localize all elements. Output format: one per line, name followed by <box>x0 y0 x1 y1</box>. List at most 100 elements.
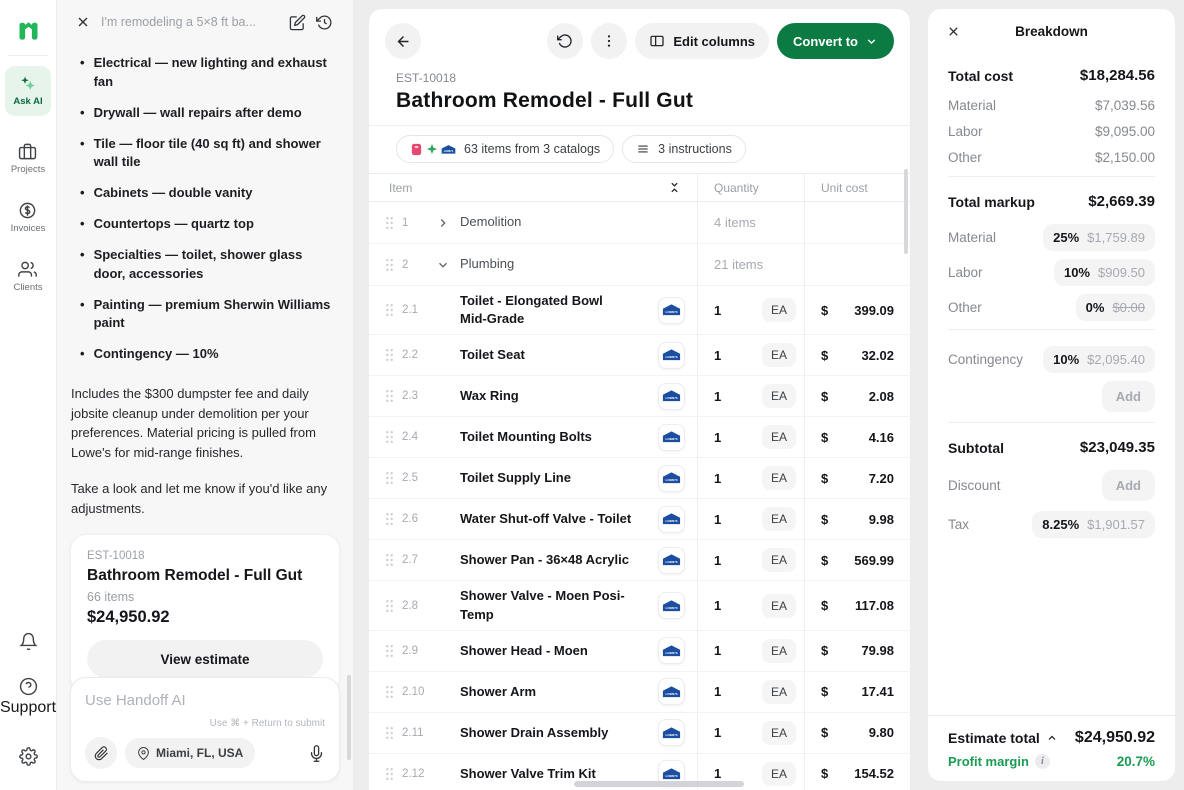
table-row[interactable]: 2.1 Toilet - Elongated Bowl Mid-Grade LO… <box>369 286 910 335</box>
table-row[interactable]: 2.11 Shower Drain Assembly LOWE'S 1 1 EA… <box>369 713 910 754</box>
drag-handle-icon[interactable] <box>385 303 394 317</box>
quantity-value[interactable]: 1 <box>714 643 721 658</box>
quantity-value[interactable]: 1 <box>714 430 721 445</box>
table-row[interactable]: 2.8 Shower Valve - Moen Posi-Temp LOWE'S… <box>369 581 910 630</box>
quantity-value[interactable]: 1 <box>714 471 721 486</box>
unit-badge[interactable]: EA <box>762 507 796 531</box>
add-discount-button[interactable]: Add <box>1102 470 1155 501</box>
handoff-logo-icon[interactable] <box>15 16 42 43</box>
table-row[interactable]: 2.2 Toilet Seat LOWE'S 1 1 EA $ 32.02 <box>369 335 910 376</box>
new-chat-compose-icon[interactable] <box>289 14 306 31</box>
expand-chevron-icon[interactable] <box>436 258 452 272</box>
unit-badge[interactable]: EA <box>762 762 796 786</box>
quantity-value[interactable]: 1 <box>714 553 721 568</box>
attachment-paperclip-icon[interactable] <box>85 737 117 769</box>
unit-cost-value[interactable]: 7.20 <box>869 471 894 486</box>
sidebar-item-ask-ai[interactable]: Ask AI <box>5 66 51 116</box>
unit-cost-value[interactable]: 154.52 <box>854 766 894 781</box>
drag-handle-icon[interactable] <box>385 348 394 362</box>
collapse-all-icon[interactable] <box>668 181 681 194</box>
estimate-total-toggle[interactable]: Estimate total <box>948 730 1058 746</box>
info-icon[interactable]: i <box>1035 754 1050 769</box>
quantity-value[interactable]: 1 <box>714 598 721 613</box>
tax-input[interactable]: 8.25% $1,901.57 <box>1032 511 1155 538</box>
unit-cost-value[interactable]: 32.02 <box>861 348 894 363</box>
chat-input[interactable] <box>85 692 325 709</box>
drag-handle-icon[interactable] <box>385 389 394 403</box>
view-estimate-button[interactable]: View estimate <box>87 640 323 678</box>
drag-handle-icon[interactable] <box>385 471 394 485</box>
unit-badge[interactable]: EA <box>762 548 796 572</box>
unit-cost-value[interactable]: 9.98 <box>869 512 894 527</box>
sidebar-item-projects[interactable]: Projects <box>11 142 45 175</box>
table-vertical-scrollbar[interactable] <box>904 169 908 254</box>
markup-input[interactable]: 25% $1,759.89 <box>1043 224 1155 251</box>
instructions-pill[interactable]: 3 instructions <box>622 135 746 163</box>
unit-badge[interactable]: EA <box>762 721 796 745</box>
quantity-value[interactable]: 1 <box>714 766 721 781</box>
unit-cost-value[interactable]: 17.41 <box>861 684 894 699</box>
drag-handle-icon[interactable] <box>385 685 394 699</box>
table-row[interactable]: 1 Demolition LOWE'S 4 items 4 items <box>369 202 910 244</box>
convert-to-button[interactable]: Convert to <box>777 23 894 59</box>
table-horizontal-scrollbar[interactable] <box>574 781 744 787</box>
unit-badge[interactable]: EA <box>762 384 796 408</box>
close-breakdown-icon[interactable] <box>946 24 961 39</box>
unit-cost-value[interactable]: 569.99 <box>854 553 894 568</box>
drag-handle-icon[interactable] <box>385 767 394 781</box>
drag-handle-icon[interactable] <box>385 216 394 230</box>
undo-button[interactable] <box>547 23 583 59</box>
drag-handle-icon[interactable] <box>385 726 394 740</box>
unit-cost-value[interactable]: 399.09 <box>854 303 894 318</box>
location-pill[interactable]: Miami, FL, USA <box>125 738 255 768</box>
quantity-value[interactable]: 1 <box>714 348 721 363</box>
prompt-preview[interactable]: I'm remodeling a 5×8 ft ba... <box>101 15 279 29</box>
unit-cost-value[interactable]: 117.08 <box>855 598 894 613</box>
quantity-value[interactable]: 1 <box>714 725 721 740</box>
drag-handle-icon[interactable] <box>385 644 394 658</box>
unit-badge[interactable]: EA <box>762 594 796 618</box>
contingency-input[interactable]: 10% $2,095.40 <box>1043 346 1155 373</box>
unit-badge[interactable]: EA <box>762 680 796 704</box>
drag-handle-icon[interactable] <box>385 512 394 526</box>
table-row[interactable]: 2.6 Water Shut-off Valve - Toilet LOWE'S… <box>369 499 910 540</box>
quantity-value[interactable]: 1 <box>714 303 721 318</box>
notifications-bell-icon[interactable] <box>19 632 38 651</box>
unit-cost-value[interactable]: 79.98 <box>861 643 894 658</box>
unit-badge[interactable]: EA <box>762 466 796 490</box>
edit-columns-button[interactable]: Edit columns <box>635 23 769 59</box>
unit-badge[interactable]: EA <box>762 425 796 449</box>
more-options-kebab-icon[interactable] <box>591 23 627 59</box>
catalogs-pill[interactable]: LOWE'S 63 items from 3 catalogs <box>396 135 614 163</box>
history-icon[interactable] <box>316 14 333 31</box>
quantity-value[interactable]: 1 <box>714 512 721 527</box>
markup-input[interactable]: 10% $909.50 <box>1054 259 1155 286</box>
sidebar-item-support[interactable]: Support <box>0 677 56 717</box>
unit-badge[interactable]: EA <box>762 639 796 663</box>
table-row[interactable]: 2.7 Shower Pan - 36×48 Acrylic LOWE'S 1 … <box>369 540 910 581</box>
add-contingency-button[interactable]: Add <box>1102 381 1155 412</box>
table-row[interactable]: 2 Plumbing LOWE'S 21 items 21 items <box>369 244 910 286</box>
unit-cost-value[interactable]: 2.08 <box>869 389 894 404</box>
drag-handle-icon[interactable] <box>385 553 394 567</box>
table-row[interactable]: 2.9 Shower Head - Moen LOWE'S 1 1 EA $ 7… <box>369 631 910 672</box>
unit-badge[interactable]: EA <box>762 298 796 322</box>
close-icon[interactable] <box>75 14 91 30</box>
drag-handle-icon[interactable] <box>385 258 394 272</box>
unit-cost-value[interactable]: 9.80 <box>869 725 894 740</box>
drag-handle-icon[interactable] <box>385 599 394 613</box>
settings-gear-icon[interactable] <box>19 747 38 766</box>
drag-handle-icon[interactable] <box>385 430 394 444</box>
chat-scrollbar[interactable] <box>347 675 351 760</box>
table-row[interactable]: 2.5 Toilet Supply Line LOWE'S 1 1 EA $ 7… <box>369 458 910 499</box>
table-row[interactable]: 2.10 Shower Arm LOWE'S 1 1 EA $ 17.41 <box>369 672 910 713</box>
quantity-value[interactable]: 1 <box>714 389 721 404</box>
unit-badge[interactable]: EA <box>762 343 796 367</box>
back-button[interactable] <box>385 23 421 59</box>
sidebar-item-clients[interactable]: Clients <box>13 260 42 293</box>
estimate-summary-card[interactable]: EST-10018 Bathroom Remodel - Full Gut 66… <box>70 534 340 693</box>
table-row[interactable]: 2.4 Toilet Mounting Bolts LOWE'S 1 1 EA … <box>369 417 910 458</box>
microphone-icon[interactable] <box>308 745 325 762</box>
sidebar-item-invoices[interactable]: Invoices <box>11 201 46 234</box>
markup-input[interactable]: 0% $0.00 <box>1076 294 1155 321</box>
